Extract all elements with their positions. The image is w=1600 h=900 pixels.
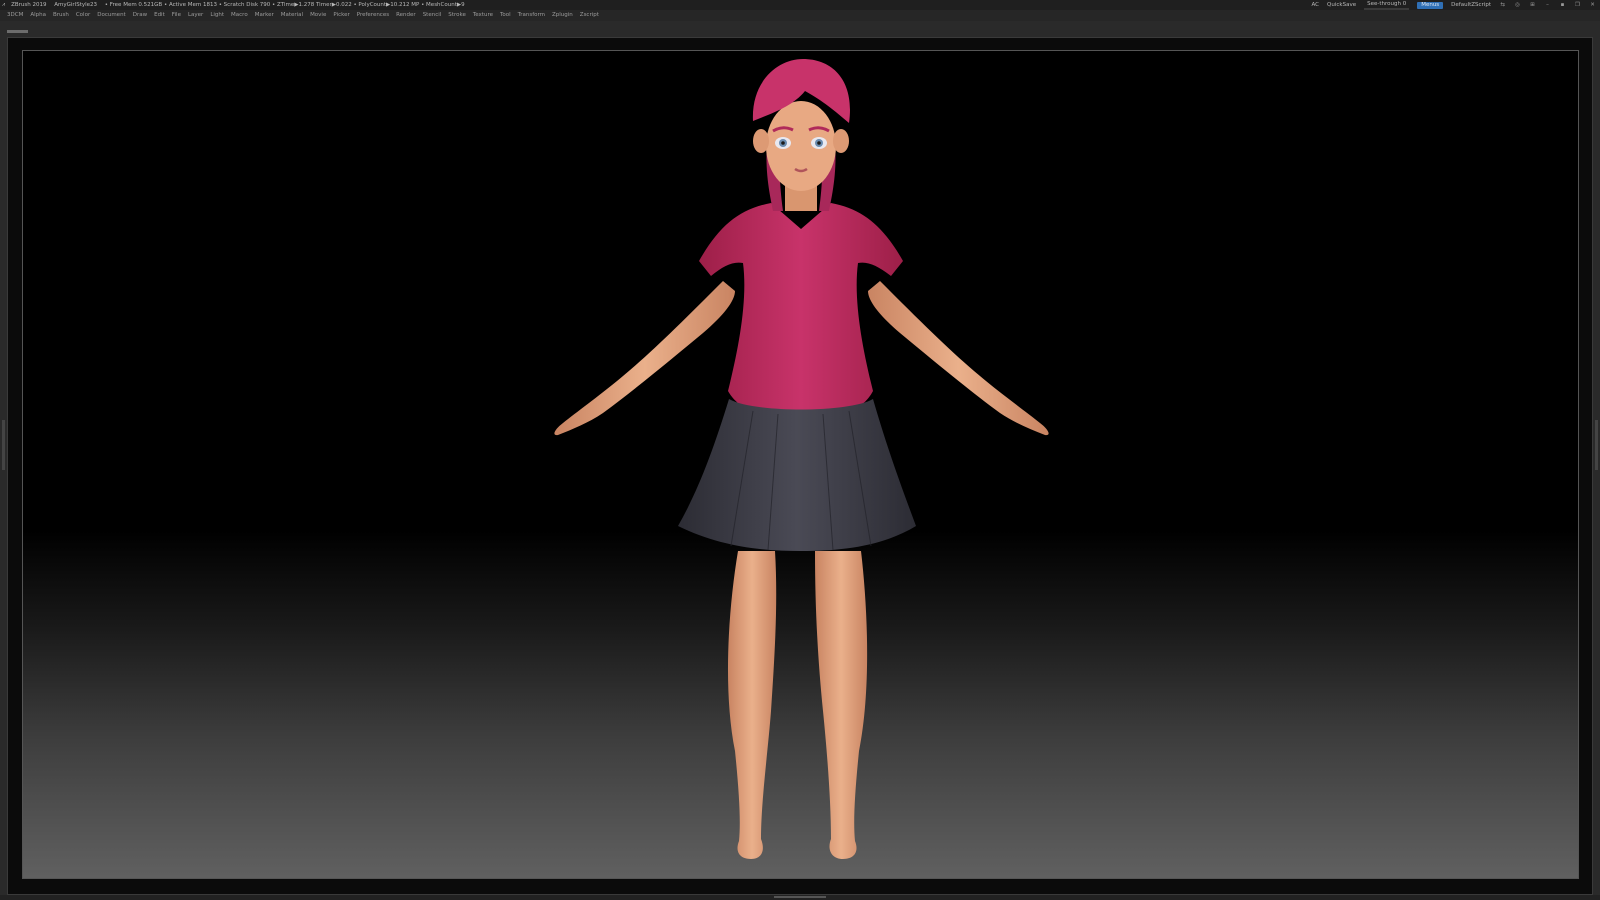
right-shelf-handle[interactable]	[1595, 420, 1598, 470]
zbrush-logo-icon: ⩘	[2, 2, 6, 8]
document-tab[interactable]	[7, 30, 28, 33]
menu-item-3dcm[interactable]: 3DCM	[7, 12, 23, 18]
menu-item-brush[interactable]: Brush	[53, 12, 69, 18]
menu-bar: 3DCM Alpha Brush Color Document Draw Edit File L…	[0, 10, 1600, 21]
left-ear	[753, 129, 769, 153]
bottom-bar	[0, 895, 1600, 900]
bottom-shelf-grip[interactable]	[774, 896, 826, 898]
menu-item-movie[interactable]: Movie	[310, 12, 326, 18]
menu-item-render[interactable]: Render	[396, 12, 416, 18]
left-shelf-handle[interactable]	[2, 420, 5, 470]
minimize-icon[interactable]: –	[1544, 0, 1551, 10]
restore-icon[interactable]: ❐	[1574, 0, 1581, 10]
menu-item-edit[interactable]: Edit	[154, 12, 165, 18]
menu-item-stencil[interactable]: Stencil	[423, 12, 442, 18]
title-bar: ⩘ ZBrush 2019 AmyGirlStyle23 • Free Mem 0…	[0, 0, 1600, 10]
menu-item-color[interactable]: Color	[76, 12, 90, 18]
right-leg	[815, 551, 868, 859]
right-ear	[833, 129, 849, 153]
menu-item-picker[interactable]: Picker	[333, 12, 349, 18]
menu-item-texture[interactable]: Texture	[473, 12, 493, 18]
menu-item-document[interactable]: Document	[97, 12, 126, 18]
menus-button[interactable]: Menus	[1417, 1, 1444, 9]
layout-arrows-icon[interactable]: ⇆	[1499, 0, 1506, 10]
tab-strip	[0, 21, 1600, 36]
menu-item-zscript[interactable]: Zscript	[580, 12, 599, 18]
ac-button[interactable]: AC	[1312, 0, 1320, 10]
menu-item-alpha[interactable]: Alpha	[30, 12, 46, 18]
help-icon[interactable]: ◎	[1514, 0, 1521, 10]
menu-items: 3DCM Alpha Brush Color Document Draw Edit File L…	[7, 10, 606, 21]
skirt	[678, 399, 916, 551]
menu-item-marker[interactable]: Marker	[255, 12, 274, 18]
viewport-canvas[interactable]	[22, 50, 1579, 879]
menu-item-layer[interactable]: Layer	[188, 12, 203, 18]
menu-item-draw[interactable]: Draw	[133, 12, 147, 18]
menu-item-stroke[interactable]: Stroke	[448, 12, 466, 18]
lightbox-icon[interactable]: ⊞	[1529, 0, 1536, 10]
left-arm	[554, 281, 735, 436]
right-arm	[868, 281, 1049, 436]
menu-item-material[interactable]: Material	[281, 12, 303, 18]
menu-item-zplugin[interactable]: Zplugin	[552, 12, 573, 18]
menu-item-file[interactable]: File	[172, 12, 181, 18]
menu-item-tool[interactable]: Tool	[500, 12, 511, 18]
menu-item-light[interactable]: Light	[210, 12, 224, 18]
menu-item-transform[interactable]: Transform	[518, 12, 545, 18]
shirt	[699, 203, 903, 421]
see-through-slider[interactable]: See-through 0	[1364, 0, 1410, 10]
menu-item-macro[interactable]: Macro	[231, 12, 248, 18]
project-name: AmyGirlStyle23	[54, 2, 98, 8]
memory-stats: • Free Mem 0.521GB • Active Mem 1813 • S…	[104, 2, 465, 8]
script-selector[interactable]: DefaultZScript	[1451, 0, 1491, 10]
app-title: ZBrush 2019	[11, 2, 47, 8]
close-icon[interactable]: ✕	[1589, 0, 1596, 10]
character-model	[554, 59, 1049, 859]
left-leg	[727, 551, 777, 859]
lock-icon[interactable]: ▪	[1559, 0, 1566, 10]
menu-item-preferences[interactable]: Preferences	[357, 12, 389, 18]
see-through-label: See-through	[1367, 1, 1401, 7]
see-through-value: 0	[1402, 1, 1407, 7]
quicksave-button[interactable]: QuickSave	[1327, 0, 1356, 10]
